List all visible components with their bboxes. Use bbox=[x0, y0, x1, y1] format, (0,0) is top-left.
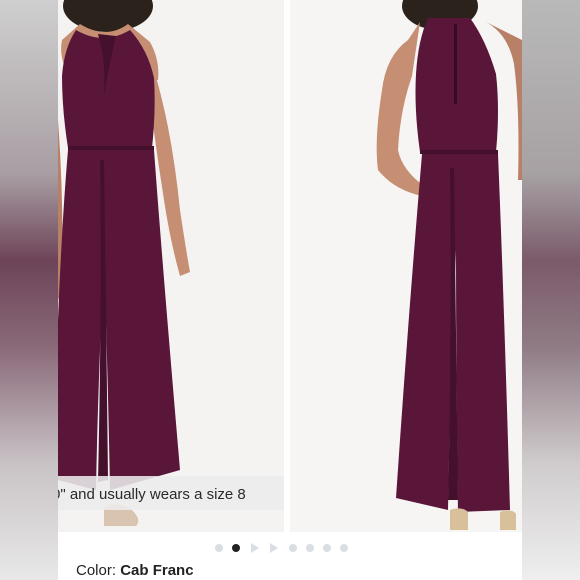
pagination-dot-7[interactable] bbox=[323, 544, 331, 552]
front-model-figure bbox=[58, 0, 284, 532]
product-photo-back[interactable] bbox=[290, 0, 522, 532]
color-label: Color: bbox=[76, 562, 121, 579]
pagination-video-icon-2[interactable] bbox=[270, 543, 278, 553]
pagination-dot-5[interactable] bbox=[289, 544, 297, 552]
carousel-pagination[interactable] bbox=[0, 540, 580, 556]
product-photo-front[interactable]: 0" and usually wears a size 8 bbox=[58, 0, 284, 532]
pagination-dot-1[interactable] bbox=[215, 544, 223, 552]
pagination-video-icon-1[interactable] bbox=[251, 543, 259, 553]
color-value: Cab Franc bbox=[120, 562, 194, 579]
image-carousel[interactable]: 0" and usually wears a size 8 bbox=[58, 0, 522, 532]
pagination-dot-2-active[interactable] bbox=[232, 544, 240, 552]
back-model-figure bbox=[290, 0, 522, 532]
right-blurred-backdrop bbox=[522, 0, 580, 580]
size-caption-text: 0" and usually wears a size 8 bbox=[58, 486, 246, 503]
pagination-dot-8[interactable] bbox=[340, 544, 348, 552]
left-blurred-backdrop bbox=[0, 0, 58, 580]
pagination-dot-6[interactable] bbox=[306, 544, 314, 552]
product-color-line: Color: Cab Franc bbox=[76, 562, 194, 579]
